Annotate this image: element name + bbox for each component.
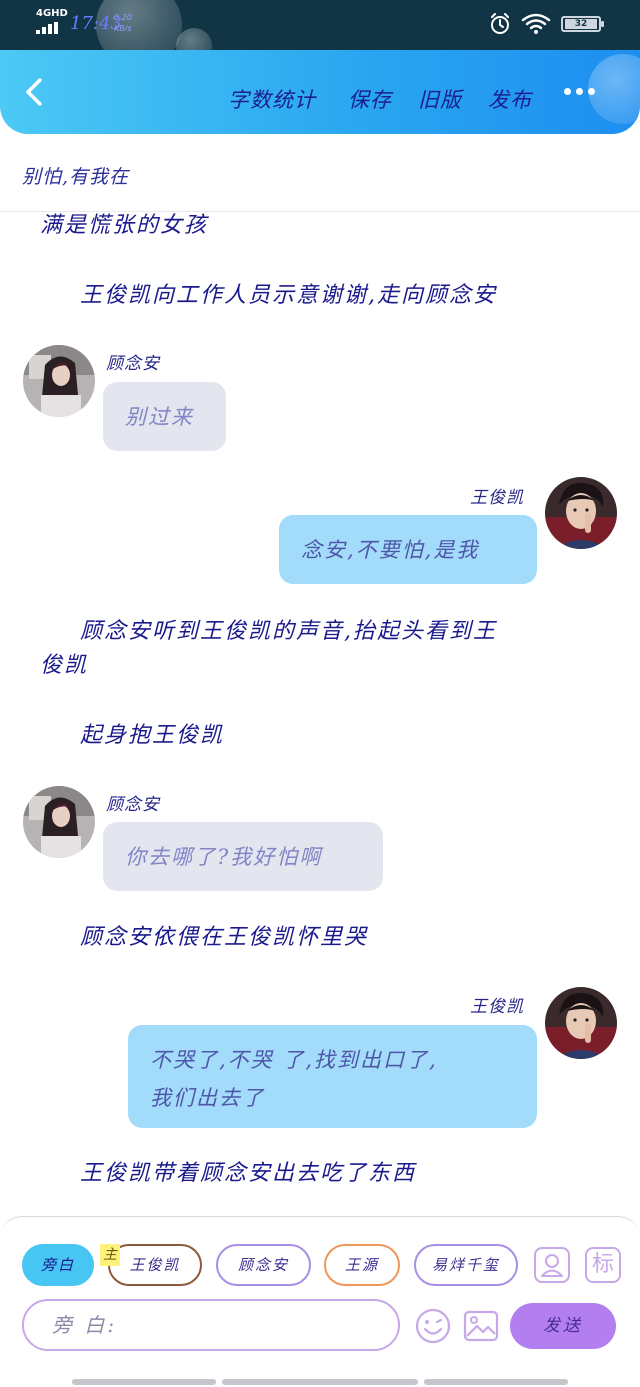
word-count-button[interactable]: 字数统计	[228, 84, 316, 114]
role-chip-yiyangqianxi[interactable]: 易烊千玺	[414, 1244, 518, 1286]
avatar[interactable]	[545, 477, 617, 549]
chat-bubble-left[interactable]: 你去哪了?我好怕啊	[103, 822, 383, 891]
image-icon[interactable]	[462, 1307, 500, 1345]
publish-button[interactable]: 发布	[488, 84, 532, 114]
role-chip-narrator[interactable]: 旁白	[22, 1244, 94, 1286]
character-name: 王俊凯	[470, 488, 524, 508]
nav-indicator	[222, 1379, 418, 1385]
composer-panel: 旁白 王俊凯 主 顾念安 王源 易烊千玺 标 旁 白: 发送	[0, 1216, 640, 1387]
character-name: 王俊凯	[470, 997, 524, 1017]
tag-button[interactable]: 标	[585, 1247, 621, 1283]
nav-indicator	[424, 1379, 568, 1385]
role-manage-button[interactable]	[534, 1247, 570, 1283]
character-name: 顾念安	[106, 795, 160, 815]
role-chip-wangjunkai[interactable]: 王俊凯	[108, 1244, 202, 1286]
role-chip-guniannan[interactable]: 顾念安	[216, 1244, 311, 1286]
smiley-icon[interactable]	[414, 1307, 452, 1345]
narration-line: 王俊凯带着顾念安出去吃了东西	[80, 1161, 417, 1186]
girl-avatar-image	[23, 786, 95, 858]
network-type: 4GHD	[36, 8, 68, 19]
avatar[interactable]	[545, 987, 617, 1059]
send-button[interactable]: 发送	[510, 1303, 616, 1349]
old-version-button[interactable]: 旧版	[418, 84, 462, 114]
narration-line: 起身抱王俊凯	[80, 723, 225, 748]
speed-unit: KB/s	[114, 24, 132, 33]
battery-level: 32	[565, 19, 597, 29]
status-bar: 4GHD 17:43 0.20 KB/s 32	[0, 0, 640, 68]
signal-icon	[36, 22, 62, 34]
narration-line: 顾念安依偎在王俊凯怀里哭	[80, 925, 369, 950]
avatar[interactable]	[23, 345, 95, 417]
battery-icon: 32	[561, 16, 604, 32]
story-content[interactable]: 满是慌张的女孩 王俊凯向工作人员示意谢谢,走向顾念安 顾念安 别过来 王俊凯 念…	[0, 212, 640, 1216]
story-title-bar: 别怕,有我在	[0, 134, 640, 212]
chat-bubble-left[interactable]: 别过来	[103, 382, 226, 451]
top-toolbar: 字数统计 保存 旧版 发布	[0, 50, 640, 134]
bubble-line: 我们出去了	[150, 1086, 265, 1110]
role-chip-wangyuan[interactable]: 王源	[324, 1244, 400, 1286]
alarm-clock-icon	[491, 13, 509, 34]
narration-line: 王俊凯向工作人员示意谢谢,走向顾念安	[80, 283, 497, 308]
speed-value: 0.20	[114, 13, 132, 22]
save-button[interactable]: 保存	[348, 84, 392, 114]
boy-avatar-image	[545, 987, 617, 1059]
character-name: 顾念安	[106, 354, 160, 374]
narration-line: 俊凯	[40, 653, 89, 678]
message-input[interactable]: 旁 白:	[22, 1299, 400, 1351]
boy-avatar-image	[545, 477, 617, 549]
chat-bubble-right[interactable]: 念安,不要怕,是我	[279, 515, 537, 584]
tag-label: 标	[591, 1252, 614, 1277]
story-title[interactable]: 别怕,有我在	[22, 162, 129, 189]
narration-line: 满是慌张的女孩	[40, 213, 209, 238]
chevron-left-icon[interactable]	[18, 74, 54, 110]
lead-role-tag: 主	[100, 1244, 120, 1266]
user-role-icon	[541, 1254, 563, 1277]
narration-line: 顾念安听到王俊凯的声音,抬起头看到王	[80, 619, 497, 644]
more-dots-icon[interactable]	[562, 86, 598, 98]
wifi-icon	[521, 13, 551, 34]
network-speed: 0.20 KB/s	[114, 12, 132, 34]
avatar[interactable]	[23, 786, 95, 858]
chat-bubble-right[interactable]: 不哭了,不哭 了,找到出口了, 我们出去了	[128, 1025, 537, 1128]
girl-avatar-image	[23, 345, 95, 417]
nav-indicator	[72, 1379, 216, 1385]
bubble-line: 不哭了,不哭 了,找到出口了,	[150, 1048, 438, 1072]
